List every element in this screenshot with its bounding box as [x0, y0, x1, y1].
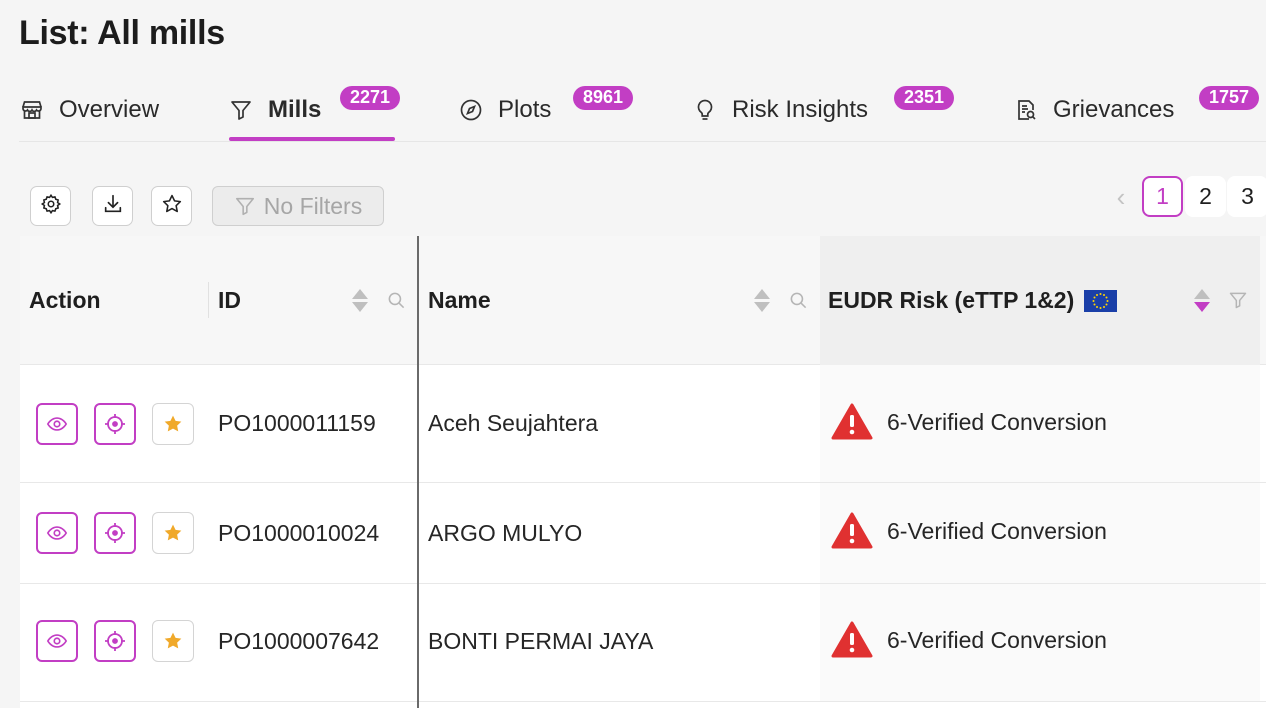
download-icon [102, 193, 124, 220]
tab-bar: Overview Mills 2271 Plots 8961 Risk Insi… [19, 78, 1266, 142]
locate-button[interactable] [94, 620, 136, 662]
crosshair-icon [105, 631, 125, 651]
risk-cell: 6-Verified Conversion [831, 512, 1107, 550]
eye-icon [46, 417, 68, 431]
row-name: ARGO MULYO [428, 520, 583, 546]
risk-cell: 6-Verified Conversion [831, 403, 1107, 441]
star-button[interactable] [152, 403, 194, 445]
column-header-label: EUDR Risk (eTTP 1&2) [828, 287, 1075, 313]
star-icon [164, 415, 182, 432]
compass-icon [458, 97, 484, 123]
risk-label: 6-Verified Conversion [887, 408, 1107, 435]
column-header-action: Action [29, 287, 101, 313]
page-title: List: All mills [19, 14, 225, 52]
risk-cell: 6-Verified Conversion [831, 621, 1107, 659]
search-icon[interactable] [789, 291, 808, 315]
page-button-3[interactable]: 3 [1227, 176, 1266, 217]
row-name: BONTI PERMAI JAYA [428, 628, 654, 654]
chevron-left-icon[interactable]: ‹ [1108, 180, 1134, 214]
page-button-2[interactable]: 2 [1185, 176, 1226, 217]
row-name: Aceh Seujahtera [428, 410, 599, 436]
tab-label: Risk Insights [732, 96, 869, 123]
search-icon[interactable] [387, 291, 406, 315]
document-search-icon [1013, 97, 1039, 123]
tab-overview[interactable]: Overview [19, 78, 159, 142]
eye-icon [46, 634, 68, 648]
eye-icon [46, 526, 68, 540]
view-button[interactable] [36, 620, 78, 662]
store-icon [19, 97, 45, 123]
view-button[interactable] [36, 403, 78, 445]
column-header-name: Name [428, 287, 491, 313]
table-row: PO1000011159 Aceh Seujahtera 6-Verified … [20, 365, 1266, 483]
table-row: PO1000007642 BONTI PERMAI JAYA 6-Verifie… [20, 584, 1266, 702]
warning-icon [831, 403, 873, 440]
mills-table: Action ID Name EUDR Risk (eTTP 1&2) PO10… [20, 236, 1266, 708]
funnel-icon [235, 197, 254, 216]
row-id: PO1000011159 [218, 410, 376, 436]
column-header-eudr-risk: EUDR Risk (eTTP 1&2) [828, 236, 1118, 365]
table-header: Action ID Name EUDR Risk (eTTP 1&2) [20, 236, 1266, 365]
warning-icon [831, 512, 873, 549]
funnel-icon[interactable] [1228, 290, 1248, 315]
sort-icon[interactable] [754, 289, 770, 312]
settings-button[interactable] [30, 186, 71, 226]
sort-icon[interactable] [352, 289, 368, 312]
star-button[interactable] [152, 512, 194, 554]
page-button-1[interactable]: 1 [1142, 176, 1183, 217]
tab-risk-insights[interactable]: Risk Insights 2351 [692, 78, 955, 142]
warning-icon [831, 621, 873, 658]
funnel-icon [228, 97, 254, 123]
tab-plots[interactable]: Plots 8961 [458, 78, 634, 142]
count-badge: 2351 [894, 86, 955, 110]
tab-label: Mills [268, 96, 322, 123]
tab-mills[interactable]: Mills 2271 [228, 78, 401, 142]
crosshair-icon [105, 523, 125, 543]
lightbulb-icon [692, 97, 718, 123]
favorite-button[interactable] [151, 186, 192, 226]
crosshair-icon [105, 414, 125, 434]
tab-grievances[interactable]: Grievances 1757 [1013, 78, 1260, 142]
count-badge: 2271 [340, 86, 401, 110]
risk-label: 6-Verified Conversion [887, 626, 1107, 653]
star-outline-icon [161, 193, 183, 220]
tab-label: Plots [498, 96, 552, 123]
locate-button[interactable] [94, 512, 136, 554]
star-icon [164, 524, 182, 541]
star-icon [164, 632, 182, 649]
count-badge: 8961 [573, 86, 634, 110]
filters-button[interactable]: No Filters [212, 186, 384, 226]
sort-icon[interactable] [1194, 289, 1210, 312]
gear-icon [40, 193, 62, 220]
tab-label: Overview [59, 96, 160, 123]
row-id: PO1000007642 [218, 628, 380, 654]
risk-label: 6-Verified Conversion [887, 517, 1107, 544]
view-button[interactable] [36, 512, 78, 554]
tab-label: Grievances [1053, 96, 1175, 123]
locate-button[interactable] [94, 403, 136, 445]
star-button[interactable] [152, 620, 194, 662]
count-badge: 1757 [1199, 86, 1260, 110]
active-tab-indicator [229, 137, 395, 141]
frozen-column-divider[interactable] [417, 236, 419, 708]
column-header-id: ID [218, 287, 241, 313]
row-id: PO1000010024 [218, 520, 380, 546]
filters-label: No Filters [263, 192, 363, 219]
table-row: PO1000010024 ARGO MULYO 6-Verified Conve… [20, 483, 1266, 584]
download-button[interactable] [92, 186, 133, 226]
eu-flag-icon [1084, 289, 1118, 312]
